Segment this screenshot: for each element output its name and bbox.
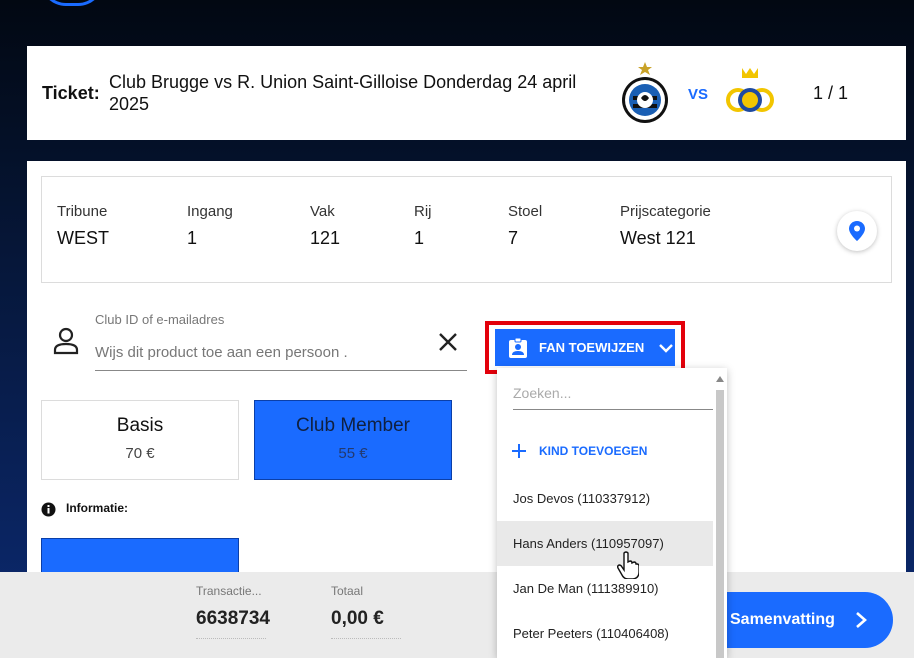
add-child-label: KIND TOEVOEGEN xyxy=(539,444,648,458)
total-label: Totaal xyxy=(331,584,364,598)
total-block: Totaal 0,00 € xyxy=(331,584,401,639)
info-icon xyxy=(41,502,56,517)
seat-col-rij: Rij 1 xyxy=(414,203,432,249)
seat-col-prijscategorie: Prijscategorie West 121 xyxy=(620,203,711,249)
total-value: 0,00 € xyxy=(331,608,384,629)
plus-icon xyxy=(512,444,526,458)
seat-col-ingang: Ingang 1 xyxy=(187,203,233,249)
add-child-button[interactable]: KIND TOEVOEGEN xyxy=(511,443,647,459)
seat-value: 1 xyxy=(414,228,425,248)
contact-badge-icon xyxy=(509,337,527,358)
seat-label: Vak xyxy=(310,203,335,220)
price-option-name: Basis xyxy=(116,415,164,436)
seat-col-stoel: Stoel 7 xyxy=(508,203,542,249)
club-brugge-crest-icon xyxy=(622,62,668,123)
dropdown-search-input[interactable] xyxy=(513,376,713,410)
seat-label: Prijscategorie xyxy=(620,203,711,220)
transaction-value: 6638734 xyxy=(196,608,270,629)
seat-label: Tribune xyxy=(57,203,108,220)
seat-label: Stoel xyxy=(508,203,543,220)
fan-dropdown-menu: KIND TOEVOEGEN Jos Devos (110337912) Han… xyxy=(497,368,727,658)
chevron-right-icon xyxy=(856,612,867,628)
price-option-name: Club Member xyxy=(295,415,411,436)
price-option-price: 55 € xyxy=(338,445,368,462)
club-id-field-label: Club ID of e-mailadres xyxy=(95,312,225,327)
person-icon xyxy=(53,327,79,355)
hand-cursor-icon xyxy=(617,551,639,579)
summary-button-label: Samenvatting xyxy=(730,611,835,628)
seat-info-panel: Tribune WEST Ingang 1 Vak 121 Rij 1 Stoe… xyxy=(41,176,892,283)
summary-button[interactable]: Samenvatting xyxy=(700,592,893,648)
seat-label: Rij xyxy=(414,203,432,220)
brand-logo-fragment xyxy=(40,0,104,6)
versus-label: VS xyxy=(688,86,709,103)
match-title: Club Brugge vs R. Union Saint-Gilloise D… xyxy=(109,72,577,114)
seat-col-vak: Vak 121 xyxy=(310,203,340,249)
checkout-footer: Transactie... 6638734 Totaal 0,00 € Same… xyxy=(0,572,914,658)
dropdown-item[interactable]: Jan De Man (111389910) xyxy=(497,566,713,611)
usg-crest-icon xyxy=(726,68,774,112)
seat-value: 121 xyxy=(310,228,341,248)
seat-value: West 121 xyxy=(620,228,696,248)
ticket-header-card: Ticket: Club Brugge vs R. Union Saint-Gi… xyxy=(27,46,906,140)
location-pin-icon xyxy=(849,221,865,241)
fan-assign-label: FAN TOEWIJZEN xyxy=(539,340,645,355)
divider xyxy=(196,638,266,639)
dropdown-item[interactable]: Peter Peeters (110406408) xyxy=(497,611,713,656)
price-option-basis[interactable]: Basis 70 € xyxy=(41,400,239,480)
seat-value: 7 xyxy=(508,228,519,248)
dropdown-scrollbar[interactable] xyxy=(716,390,724,658)
seat-map-button[interactable] xyxy=(837,211,877,251)
chevron-down-icon xyxy=(659,343,674,353)
scroll-up-arrow[interactable] xyxy=(716,376,724,382)
seat-col-tribune: Tribune WEST xyxy=(57,203,109,249)
seat-value: WEST xyxy=(57,228,109,248)
club-id-input[interactable] xyxy=(95,335,467,371)
dropdown-item[interactable]: Hans Anders (110957097) xyxy=(497,521,713,566)
fan-assign-button[interactable]: FAN TOEWIJZEN xyxy=(495,329,675,366)
ticket-label: Ticket: xyxy=(42,83,100,103)
divider xyxy=(331,638,401,639)
seat-value: 1 xyxy=(187,228,198,248)
dropdown-item[interactable]: Jos Devos (110337912) xyxy=(497,476,713,521)
ticket-counter: 1 / 1 xyxy=(813,83,849,103)
price-option-club-member[interactable]: Club Member 55 € xyxy=(254,400,452,480)
info-label: Informatie: xyxy=(66,501,129,515)
seat-label: Ingang xyxy=(187,203,233,220)
price-option-price: 70 € xyxy=(125,445,155,462)
close-icon[interactable] xyxy=(437,331,459,353)
transaction-block: Transactie... 6638734 xyxy=(196,584,270,639)
transaction-label: Transactie... xyxy=(196,584,262,598)
